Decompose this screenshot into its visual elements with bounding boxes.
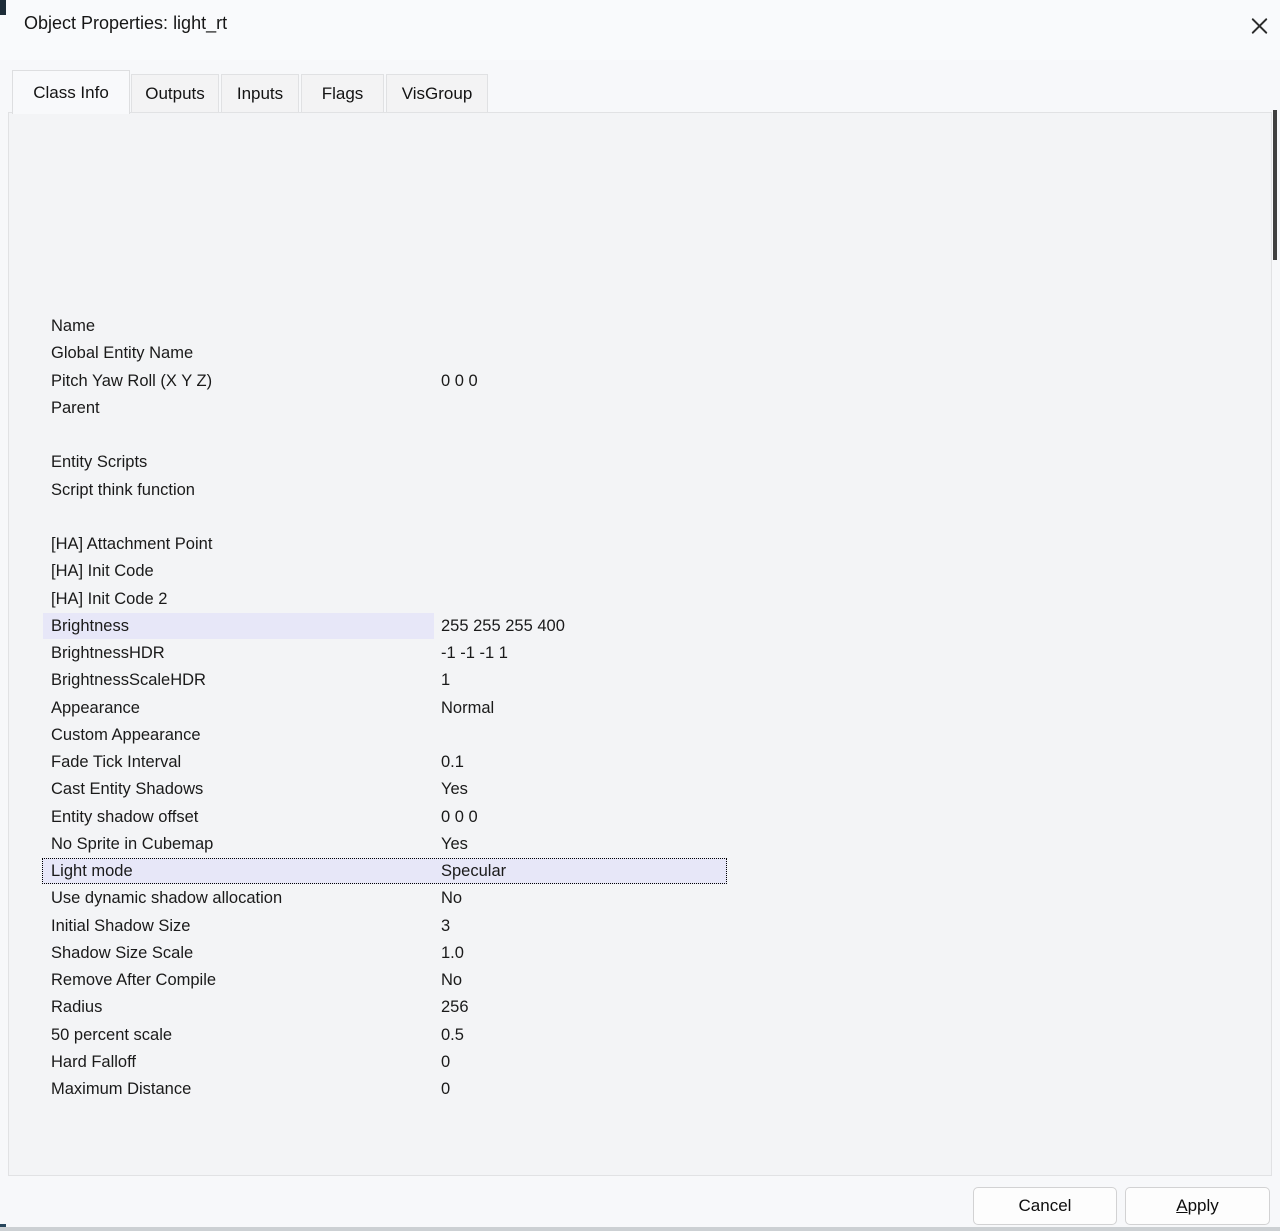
apply-button[interactable]: Apply <box>1125 1187 1270 1225</box>
value-cell[interactable]: 0 <box>441 1049 450 1075</box>
close-button[interactable] <box>1240 8 1278 46</box>
value-cell[interactable]: 0 <box>441 1076 450 1102</box>
property-name-cell[interactable]: [HA] Init Code 2 <box>43 586 434 612</box>
object-properties-dialog: Object Properties: light_rt Class InfoOu… <box>0 0 1280 1231</box>
property-name-cell[interactable]: Entity Scripts <box>43 449 434 475</box>
tab-class-info[interactable]: Class Info <box>12 70 130 114</box>
tab-flags[interactable]: Flags <box>301 74 384 112</box>
property-name-cell[interactable]: No Sprite in Cubemap <box>43 831 434 857</box>
value-cell[interactable]: 0.5 <box>441 1022 464 1048</box>
property-name-cell[interactable]: Entity shadow offset <box>43 804 434 830</box>
property-name-cell[interactable]: Custom Appearance <box>43 722 434 748</box>
value-cell[interactable]: 0 0 0 <box>441 804 478 830</box>
tab-outputs[interactable]: Outputs <box>131 74 219 112</box>
property-name-cell[interactable]: 50 percent scale <box>43 1022 434 1048</box>
property-name-cell[interactable]: BrightnessHDR <box>43 640 434 666</box>
value-cell[interactable]: Normal <box>441 695 494 721</box>
value-cell[interactable]: No <box>441 885 462 911</box>
property-name-cell[interactable]: Initial Shadow Size <box>43 913 434 939</box>
property-name-cell[interactable]: Hard Falloff <box>43 1049 434 1075</box>
property-name-cell[interactable]: Global Entity Name <box>43 340 434 366</box>
tab-visgroup[interactable]: VisGroup <box>386 74 488 112</box>
window-bottom-edge <box>0 1227 1280 1231</box>
table-row[interactable]: Light mode Specular <box>41 858 768 885</box>
value-cell[interactable]: 0 0 0 <box>441 368 478 394</box>
cancel-button[interactable]: Cancel <box>973 1187 1117 1225</box>
property-name-cell[interactable]: Brightness <box>43 613 434 639</box>
property-name-cell[interactable]: Script think function <box>43 477 434 503</box>
property-name-cell[interactable]: Radius <box>43 994 434 1020</box>
dialog-title: Object Properties: light_rt <box>24 13 227 34</box>
property-name-cell[interactable]: Cast Entity Shadows <box>43 776 434 802</box>
value-cell[interactable]: Specular <box>441 858 506 884</box>
property-name-cell[interactable]: Name <box>43 313 434 339</box>
value-cell[interactable]: 255 255 255 400 <box>441 613 565 639</box>
value-cell[interactable]: 1.0 <box>441 940 464 966</box>
value-cell[interactable]: 256 <box>441 994 469 1020</box>
value-cell[interactable]: 1 <box>441 667 450 693</box>
value-cell[interactable]: 3 <box>441 913 450 939</box>
property-name-cell[interactable]: Appearance <box>43 695 434 721</box>
property-name-cell[interactable]: Pitch Yaw Roll (X Y Z) <box>43 368 434 394</box>
background-window-artifact <box>0 0 6 15</box>
title-bar: Object Properties: light_rt <box>0 0 1280 60</box>
property-name-cell[interactable]: Fade Tick Interval <box>43 749 434 775</box>
property-name-cell[interactable]: BrightnessScaleHDR <box>43 667 434 693</box>
background-window-edge <box>1273 110 1277 260</box>
value-cell[interactable]: Yes <box>441 831 468 857</box>
value-cell[interactable]: -1 -1 -1 1 <box>441 640 508 666</box>
property-name-cell[interactable]: Remove After Compile <box>43 967 434 993</box>
property-name-cell[interactable]: [HA] Attachment Point <box>43 531 434 557</box>
property-name-cell[interactable]: Use dynamic shadow allocation <box>43 885 434 911</box>
property-name-cell[interactable]: Shadow Size Scale <box>43 940 434 966</box>
value-cell[interactable]: Yes <box>441 776 468 802</box>
tab-inputs[interactable]: Inputs <box>221 74 299 112</box>
property-name-cell[interactable]: Light mode <box>43 858 434 884</box>
value-cell[interactable]: 0.1 <box>441 749 464 775</box>
value-cell[interactable]: No <box>441 967 462 993</box>
property-name-cell[interactable]: [HA] Init Code <box>43 558 434 584</box>
property-name-cell[interactable]: Maximum Distance <box>43 1076 434 1102</box>
property-name-cell[interactable]: Parent <box>43 395 434 421</box>
